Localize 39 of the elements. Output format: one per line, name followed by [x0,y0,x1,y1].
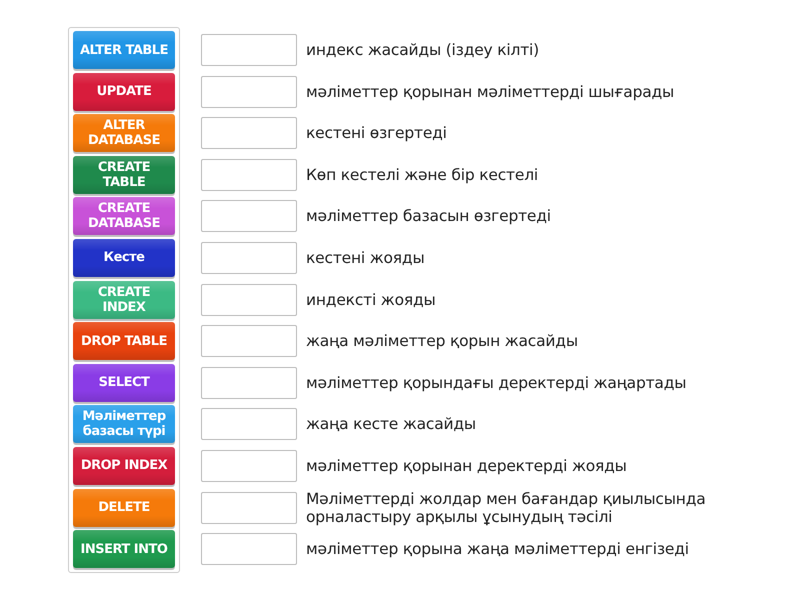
definition-text: мәліметтер қорындағы деректерді жаңартады [306,374,688,392]
answer-tile[interactable]: Мәліметтер базасы түрі [73,405,175,444]
drop-box[interactable] [201,408,297,440]
definition-text: мәліметтер қорынан мәліметтерді шығарады [306,82,676,101]
drop-box[interactable] [201,117,297,150]
definition-text: Мәліметтерді жолдар мен бағандар қиылысында орналастыру арқылы ұсынудың тәсілі [306,490,707,526]
answer-tile[interactable]: DROP INDEX [73,446,175,485]
answer-tile[interactable]: Кесте [73,238,175,277]
drop-box[interactable] [201,492,297,524]
drop-box[interactable] [201,34,297,66]
definition-text: Көп кестелі және бір кестелі [306,166,540,184]
answer-tile[interactable]: DELETE [73,488,175,527]
definition-text: мәліметтер қорына жаңа мәліметтерді енгізеді [306,540,690,558]
drop-box[interactable] [201,325,297,358]
answer-tile[interactable]: INSERT INTO [73,530,175,568]
drop-box[interactable] [201,284,297,316]
definition-text: жаңа мәліметтер қорын жасайды [306,332,579,350]
definition-text: индекс жасайды (іздеу кілті) [306,41,540,59]
definition-text: кестені жояды [306,248,426,267]
answer-tile[interactable]: UPDATE [73,72,175,111]
definition-text: мәліметтер қорынан деректерді жояды [306,456,628,475]
drop-box[interactable] [201,533,297,566]
answer-tile[interactable]: CREATE INDEX [73,280,175,319]
drop-box[interactable] [201,242,297,274]
drop-box[interactable] [201,76,297,108]
drop-box[interactable] [201,366,297,399]
answer-tile[interactable]: CREATE DATABASE [73,197,175,236]
definition-text: индексті жояды [306,290,437,309]
drop-box[interactable] [201,158,297,191]
answer-tile[interactable]: ALTER DATABASE [73,114,175,152]
answer-tile[interactable]: CREATE TABLE [73,156,175,194]
answer-tile[interactable]: SELECT [73,364,175,402]
definition-text: кестені өзгертеді [306,124,448,142]
answer-tile[interactable]: ALTER TABLE [73,31,175,69]
definition-text: жаңа кесте жасайды [306,415,477,434]
drop-box[interactable] [201,450,297,482]
definition-text: мәліметтер базасын өзгертеді [306,207,552,226]
drop-box[interactable] [201,200,297,232]
answer-tile[interactable]: DROP TABLE [73,322,175,360]
